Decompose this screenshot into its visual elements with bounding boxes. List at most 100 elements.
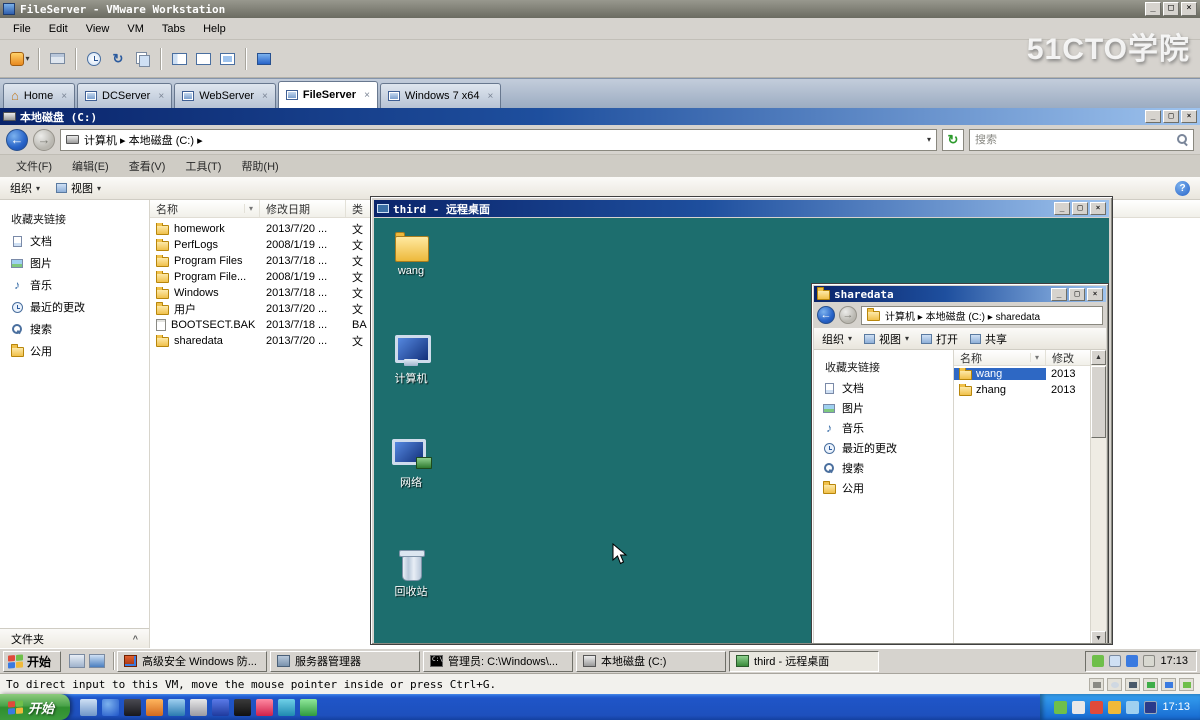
unity-button[interactable] (252, 48, 276, 70)
show-desktop-icon[interactable] (69, 654, 86, 668)
revert-snapshot-button[interactable]: ↻ (106, 48, 130, 70)
maximize-icon[interactable]: □ (1163, 2, 1179, 16)
tray-network-icon[interactable] (1109, 655, 1122, 667)
menu-edit[interactable]: Edit (40, 20, 77, 38)
minimize-icon[interactable]: _ (1145, 2, 1161, 16)
host-start-button[interactable]: 开始 (0, 694, 71, 720)
cdrom-icon[interactable] (1107, 677, 1122, 691)
forward-button[interactable]: → (839, 306, 857, 324)
tray-status-icon[interactable] (1092, 655, 1105, 667)
tray-icon[interactable] (1054, 700, 1068, 714)
column-header-date[interactable]: 修改 (1046, 350, 1090, 365)
tab-home[interactable]: ⌂ Home × (3, 83, 76, 108)
tray-icon[interactable] (1090, 700, 1104, 714)
search-box[interactable] (969, 128, 1194, 151)
tab-windows7[interactable]: Windows 7 x64 × (379, 83, 502, 108)
task-firewall[interactable]: 高级安全 Windows 防... (117, 650, 268, 672)
views-button[interactable]: 视图 ▾ (56, 180, 101, 196)
remote-desktop[interactable]: wang 计算机 网络 回收站 sharedata _ □ × ← → 计算机 … (374, 218, 1109, 643)
remote-titlebar[interactable]: third - 远程桌面 _ □ × (374, 200, 1109, 217)
sidebar-item-search[interactable]: 搜索 (814, 458, 953, 478)
clock[interactable]: 17:13 (1160, 655, 1188, 667)
tab-close-icon[interactable]: × (488, 91, 494, 102)
quick-launch-icon[interactable] (256, 698, 274, 716)
maximize-icon[interactable]: □ (1072, 202, 1088, 215)
snapshot-manager-button[interactable] (130, 48, 154, 70)
tab-fileserver[interactable]: FileServer × (277, 81, 378, 108)
chevron-down-icon[interactable]: ▾ (927, 135, 931, 144)
file-row[interactable]: zhang 2013 (954, 382, 1090, 398)
start-button[interactable]: 开始 (3, 650, 62, 672)
sidebar-item-search[interactable]: 搜索 (0, 318, 149, 340)
restore-icon[interactable]: □ (1163, 110, 1179, 123)
column-header-name[interactable]: 名称 ▾ (954, 350, 1046, 365)
menu-tools[interactable]: 工具(T) (175, 155, 231, 177)
tab-close-icon[interactable]: × (158, 91, 164, 102)
close-icon[interactable]: × (1181, 2, 1197, 16)
tab-close-icon[interactable]: × (262, 91, 268, 102)
menu-tabs[interactable]: Tabs (153, 20, 194, 38)
quick-launch-icon[interactable] (80, 698, 98, 716)
remote-desktop-window[interactable]: third - 远程桌面 _ □ × wang 计算机 网络 回收站 share… (370, 196, 1113, 645)
menu-file[interactable]: File (4, 20, 40, 38)
sidebar-item-documents[interactable]: 文档 (814, 378, 953, 398)
quick-launch-icon[interactable] (190, 698, 208, 716)
menu-file[interactable]: 文件(F) (6, 155, 62, 177)
help-icon[interactable]: ? (1175, 180, 1190, 196)
tray-icon[interactable] (1126, 700, 1140, 714)
tray-device-icon[interactable] (1143, 655, 1156, 667)
show-library-button[interactable] (167, 48, 191, 70)
tab-close-icon[interactable]: × (364, 90, 370, 101)
minimize-icon[interactable]: _ (1054, 202, 1070, 215)
column-header-date[interactable]: 修改日期 (260, 200, 346, 217)
scroll-up-icon[interactable]: ▲ (1091, 350, 1106, 365)
close-icon[interactable]: × (1181, 110, 1197, 123)
quick-launch-icon[interactable] (124, 698, 142, 716)
ctrl-alt-del-button[interactable] (45, 48, 69, 70)
column-header-name[interactable]: 名称 ▾ (150, 200, 260, 217)
address-breadcrumb[interactable]: 计算机 ▸ 本地磁盘 (C:) ▸ sharedata (861, 305, 1103, 325)
tray-icon[interactable] (1144, 700, 1158, 714)
column-header-type[interactable]: 类 (346, 200, 372, 217)
task-local-disk[interactable]: 本地磁盘 (C:) (576, 650, 727, 672)
sidebar-item-pictures[interactable]: 图片 (0, 252, 149, 274)
back-button[interactable]: ← (817, 306, 835, 324)
share-button[interactable]: 共享 (970, 331, 1007, 347)
task-server-manager[interactable]: 服务器管理器 (270, 650, 421, 672)
desktop-icon-network[interactable]: 网络 (382, 439, 440, 490)
tab-webserver[interactable]: WebServer × (174, 83, 276, 108)
network-adapter-icon[interactable] (1143, 677, 1158, 691)
open-button[interactable]: 打开 (921, 331, 958, 347)
maximize-icon[interactable]: □ (1069, 287, 1085, 301)
quick-launch-icon[interactable] (146, 698, 164, 716)
menu-view[interactable]: 查看(V) (119, 155, 176, 177)
scroll-down-icon[interactable]: ▼ (1091, 631, 1106, 643)
task-cmd[interactable]: 管理员: C:\Windows\... (423, 650, 574, 672)
quick-launch-icon[interactable] (300, 698, 318, 716)
vm-console[interactable]: 本地磁盘 (C:) _ □ × ← → 计算机 ▸ 本地磁盘 (C:) ▸ ▾ … (0, 108, 1200, 673)
organize-button[interactable]: 组织 ▾ (822, 331, 852, 347)
sidebar-item-recent-changes[interactable]: 最近的更改 (0, 296, 149, 318)
tab-dcserver[interactable]: DCServer × (77, 83, 173, 108)
sidebar-item-public[interactable]: 公用 (0, 340, 149, 362)
menu-help[interactable]: 帮助(H) (231, 155, 288, 177)
quick-launch-icon[interactable] (234, 698, 252, 716)
views-button[interactable]: 视图 ▾ (864, 331, 909, 347)
sidebar-item-music[interactable]: ♪ 音乐 (814, 418, 953, 438)
fullscreen-button[interactable] (215, 48, 239, 70)
sidebar-item-recent-changes[interactable]: 最近的更改 (814, 438, 953, 458)
sidebar-item-documents[interactable]: 文档 (0, 230, 149, 252)
file-row-selected[interactable]: wang 2013 (954, 366, 1090, 382)
usb-icon[interactable] (1179, 677, 1194, 691)
tab-close-icon[interactable]: × (61, 91, 67, 102)
chevron-down-icon[interactable]: ▾ (1029, 353, 1039, 362)
close-icon[interactable]: × (1090, 202, 1106, 215)
quick-launch-icon[interactable] (212, 698, 230, 716)
show-thumbnails-button[interactable] (191, 48, 215, 70)
hdd-icon[interactable] (1089, 677, 1104, 691)
host-clock[interactable]: 17:13 (1162, 701, 1190, 713)
sidebar-item-pictures[interactable]: 图片 (814, 398, 953, 418)
vertical-scrollbar[interactable]: ▲ ▼ (1090, 350, 1106, 643)
folders-expander[interactable]: 文件夹 ^ (0, 628, 149, 648)
sharedata-window[interactable]: sharedata _ □ × ← → 计算机 ▸ 本地磁盘 (C:) ▸ sh… (811, 283, 1109, 643)
